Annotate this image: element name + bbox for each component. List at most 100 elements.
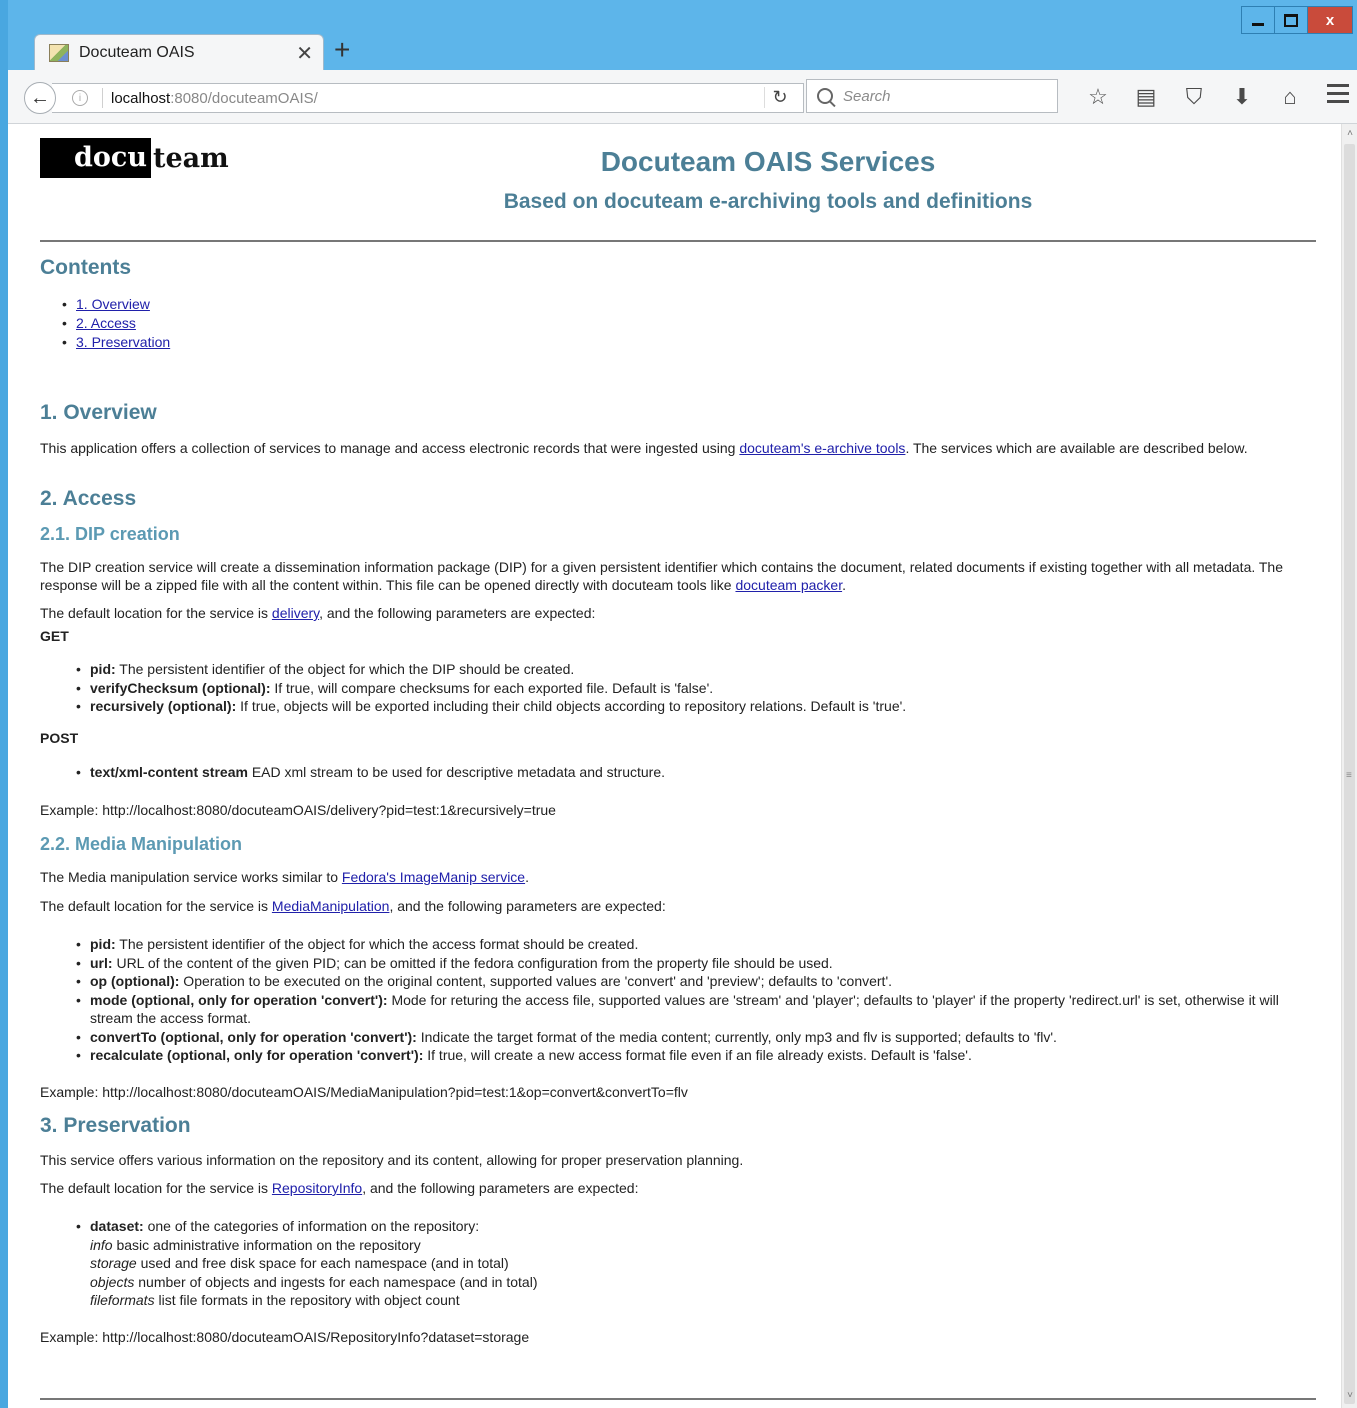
footer-divider	[40, 1398, 1316, 1400]
url-separator	[102, 88, 103, 108]
dataset-desc: list file formats in the repository with…	[154, 1292, 460, 1308]
toc-link-preservation[interactable]: 3. Preservation	[76, 334, 170, 350]
toc-item: 1. Overview	[62, 296, 170, 315]
preservation-location: The default location for the service is …	[40, 1179, 1306, 1197]
page-title: Docuteam OAIS Services	[600, 146, 936, 177]
list-item: op (optional): Operation to be executed …	[76, 972, 1302, 991]
param-desc: The persistent identifier of the object …	[115, 661, 575, 677]
dip-description: The DIP creation service will create a d…	[40, 558, 1306, 594]
dataset-desc: number of objects and ingests for each n…	[134, 1273, 538, 1290]
home-icon[interactable]: ⌂	[1266, 82, 1314, 112]
window-frame	[0, 0, 8, 1408]
param-name: dataset:	[90, 1218, 144, 1234]
table-of-contents: 1. Overview 2. Access 3. Preservation	[62, 296, 170, 353]
dataset-desc: basic administrative information on the …	[112, 1236, 421, 1253]
media-example: Example: http://localhost:8080/docuteamO…	[40, 1084, 688, 1100]
param-name: convertTo (optional, only for operation …	[90, 1028, 417, 1045]
preservation-parameter-list: dataset: one of the categories of inform…	[76, 1217, 1302, 1310]
param-desc: URL of the content of the given PID; can…	[112, 954, 833, 971]
dip-creation-heading: 2.1. DIP creation	[40, 524, 180, 544]
preservation-heading: 3. Preservation	[40, 1114, 191, 1137]
pres-loc-text: The default location for the service is	[40, 1180, 272, 1196]
maximize-icon	[1284, 13, 1298, 27]
param-name: recalculate (optional, only for operatio…	[90, 1047, 424, 1063]
media-desc-end: .	[525, 869, 529, 885]
repository-info-link[interactable]: RepositoryInfo	[272, 1180, 362, 1196]
dataset-key: fileformats	[90, 1292, 155, 1308]
favicon-icon	[49, 44, 69, 62]
toc-link-overview[interactable]: 1. Overview	[76, 296, 150, 312]
address-bar[interactable]: i localhost:8080/docuteamOAIS/ ↻	[52, 83, 804, 113]
list-item: convertTo (optional, only for operation …	[76, 1028, 1302, 1047]
minimize-icon	[1252, 22, 1264, 26]
media-loc-text: The default location for the service is	[40, 898, 272, 914]
media-manipulation-heading: 2.2. Media Manipulation	[40, 834, 243, 854]
dip-desc-end: .	[842, 577, 846, 593]
param-desc: one of the categories of information on …	[143, 1218, 480, 1234]
get-parameter-list: pid: The persistent identifier of the ob…	[76, 660, 1302, 716]
back-button[interactable]: ←	[24, 82, 56, 114]
param-name: recursively (optional):	[90, 698, 237, 714]
maximize-button[interactable]	[1274, 6, 1308, 34]
overview-text-after: . The services which are available are d…	[905, 440, 1248, 456]
list-item: text/xml-content stream EAD xml stream t…	[76, 763, 1302, 782]
overview-text: This application offers a collection of …	[40, 439, 1306, 457]
list-item: url: URL of the content of the given PID…	[76, 954, 1302, 973]
param-name: pid:	[90, 661, 116, 677]
dip-loc-text: The default location for the service is	[40, 605, 272, 621]
param-name: mode (optional, only for operation 'conv…	[90, 991, 388, 1008]
list-item: pid: The persistent identifier of the ob…	[76, 935, 1302, 954]
search-box[interactable]: Search	[806, 79, 1058, 113]
hamburger-menu-icon[interactable]	[1327, 84, 1349, 108]
list-item: pid: The persistent identifier of the ob…	[76, 660, 1302, 679]
grip-icon: ≡	[1346, 770, 1352, 781]
dataset-option: objects number of objects and ingests fo…	[76, 1273, 1302, 1292]
list-item: mode (optional, only for operation 'conv…	[76, 991, 1302, 1028]
scroll-up-icon[interactable]: ˄	[1342, 128, 1357, 144]
param-desc: If true, objects will be exported includ…	[236, 698, 907, 714]
media-manipulation-link[interactable]: MediaManipulation	[272, 898, 390, 914]
divider	[40, 240, 1316, 242]
overview-heading: 1. Overview	[40, 401, 157, 424]
toc-item: 3. Preservation	[62, 334, 170, 353]
param-name: url:	[90, 954, 113, 971]
scroll-down-icon[interactable]: ˅	[1342, 1390, 1357, 1406]
close-window-button[interactable]: x	[1307, 6, 1353, 34]
delivery-link[interactable]: delivery	[272, 605, 319, 621]
pres-loc-end: , and the following parameters are expec…	[362, 1180, 639, 1196]
search-placeholder: Search	[843, 87, 891, 105]
list-item: dataset: one of the categories of inform…	[76, 1217, 1302, 1236]
overview-text-before: This application offers a collection of …	[40, 440, 740, 456]
contents-heading: Contents	[40, 256, 131, 279]
info-icon[interactable]: i	[72, 90, 88, 106]
dataset-desc: used and free disk space for each namesp…	[136, 1255, 509, 1271]
e-archive-tools-link[interactable]: docuteam's e-archive tools	[739, 440, 905, 456]
param-desc: If true, will compare checksums for each…	[270, 679, 714, 696]
dataset-option: storage used and free disk space for eac…	[76, 1254, 1302, 1273]
dip-desc-text: The DIP creation service will create a d…	[40, 559, 1283, 593]
param-desc: EAD xml stream to be used for descriptiv…	[247, 764, 666, 780]
preservation-example: Example: http://localhost:8080/docuteamO…	[40, 1329, 530, 1345]
tab-title: Docuteam OAIS	[79, 44, 195, 61]
new-tab-button[interactable]: +	[334, 36, 350, 64]
docuteam-packer-link[interactable]: docuteam packer	[735, 577, 842, 593]
vertical-scrollbar[interactable]: ˄ ≡ ˅	[1341, 124, 1357, 1408]
download-icon[interactable]: ⬇	[1218, 82, 1266, 112]
navigation-toolbar: i localhost:8080/docuteamOAIS/ ↻ ← Searc…	[8, 70, 1357, 124]
dataset-key: objects	[90, 1273, 135, 1290]
dataset-option: fileformats list file formats in the rep…	[76, 1291, 1302, 1310]
browser-tab[interactable]: Docuteam OAIS ✕	[34, 34, 324, 71]
param-desc: The persistent identifier of the object …	[115, 936, 639, 952]
tab-close-icon[interactable]: ✕	[296, 41, 313, 66]
window-controls: x	[1241, 6, 1353, 34]
media-loc-end: , and the following parameters are expec…	[389, 898, 666, 914]
reading-list-icon[interactable]: ▤	[1122, 82, 1170, 112]
scrollbar-thumb[interactable]: ≡	[1344, 144, 1355, 1404]
imagemanip-service-link[interactable]: Fedora's ImageManip service	[342, 869, 525, 885]
reload-icon[interactable]: ↻	[764, 87, 795, 108]
toc-link-access[interactable]: 2. Access	[76, 315, 136, 331]
pocket-icon[interactable]: ⛉	[1170, 82, 1218, 112]
minimize-button[interactable]	[1241, 6, 1275, 34]
bookmark-star-icon[interactable]: ☆	[1074, 82, 1122, 112]
param-desc: Indicate the target format of the media …	[416, 1028, 1057, 1045]
